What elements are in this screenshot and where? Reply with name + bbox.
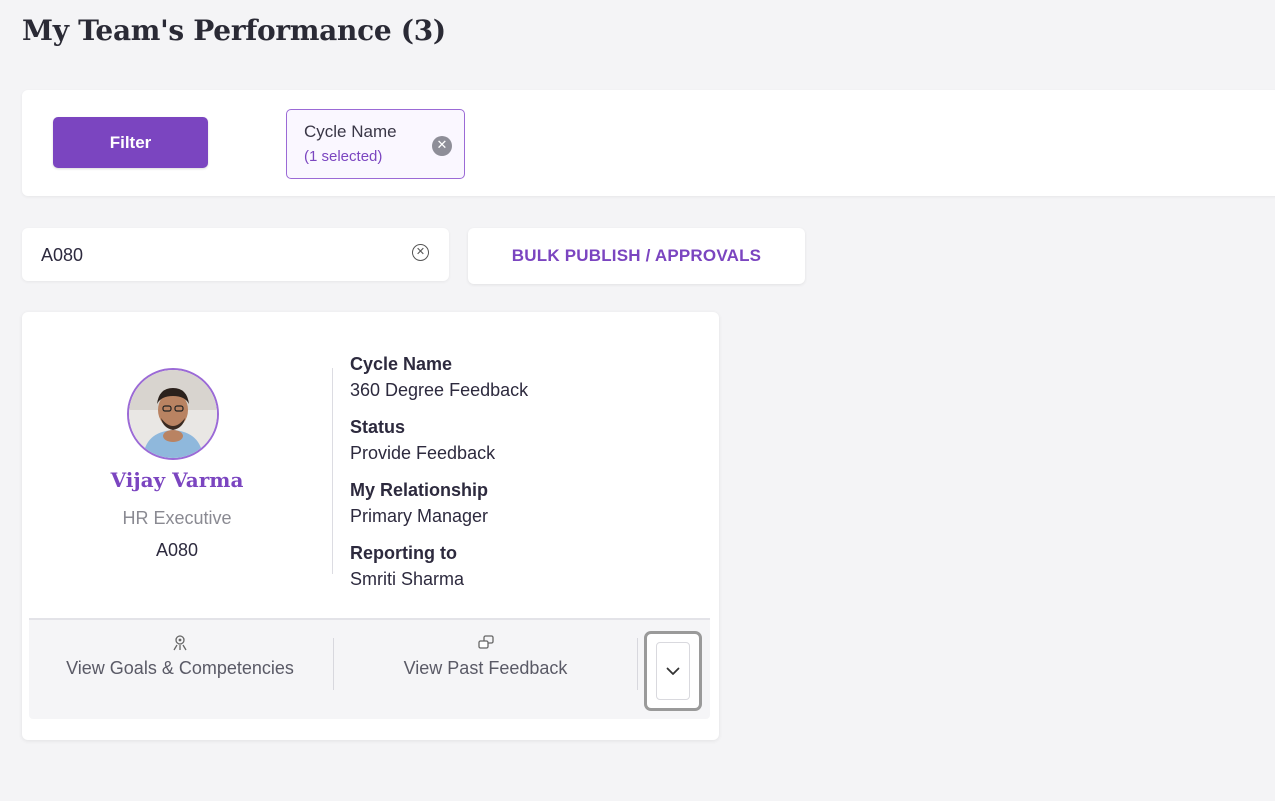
avatar (127, 368, 219, 460)
chip-selected-count: (1 selected) (304, 148, 383, 165)
employee-role: HR Executive (122, 508, 232, 528)
clear-search-icon[interactable]: ✕ (412, 244, 429, 261)
reporting-to-label: Reporting to (350, 543, 457, 563)
view-goals-label: View Goals & Competencies (66, 658, 294, 678)
page-title: My Team's Performance (3) (22, 14, 446, 47)
feedback-icon (334, 634, 637, 658)
view-past-feedback-label: View Past Feedback (403, 658, 568, 678)
bulk-publish-approvals-button[interactable]: BULK PUBLISH / APPROVALS (468, 228, 805, 284)
status-label: Status (350, 417, 406, 437)
avatar-photo (129, 370, 217, 458)
relationship-label: My Relationship (350, 480, 489, 500)
employee-card: Vijay Varma HR Executive A080 Cycle Name… (22, 312, 719, 740)
view-goals-competencies-button[interactable]: View Goals & Competencies (29, 634, 331, 694)
filter-bar: Filter Cycle Name (1 selected) ✕ (22, 90, 1275, 196)
search-box: ✕ (22, 228, 449, 281)
chip-title: Cycle Name (304, 122, 397, 141)
filter-button[interactable]: Filter (53, 117, 208, 168)
employee-id: A080 (155, 540, 199, 560)
reporting-to-value: Smriti Sharma (350, 569, 465, 589)
chevron-down-icon (656, 642, 690, 700)
card-divider (332, 368, 333, 574)
card-actions: View Goals & Competencies View Past Feed… (29, 618, 710, 719)
cycle-name-value: 360 Degree Feedback (350, 380, 529, 400)
cycle-name-filter-chip[interactable]: Cycle Name (1 selected) ✕ (286, 109, 465, 179)
goals-icon (29, 634, 331, 658)
search-input[interactable] (39, 238, 403, 273)
footer-divider (637, 638, 638, 690)
chip-remove-icon[interactable]: ✕ (432, 136, 452, 156)
employee-details: Cycle Name 360 Degree Feedback Status Pr… (350, 354, 528, 606)
expand-more-button[interactable] (644, 631, 702, 711)
status-value: Provide Feedback (350, 443, 496, 463)
cycle-name-label: Cycle Name (350, 354, 453, 374)
employee-name[interactable]: Vijay Varma (22, 468, 332, 492)
relationship-value: Primary Manager (350, 506, 489, 526)
view-past-feedback-button[interactable]: View Past Feedback (334, 634, 637, 694)
